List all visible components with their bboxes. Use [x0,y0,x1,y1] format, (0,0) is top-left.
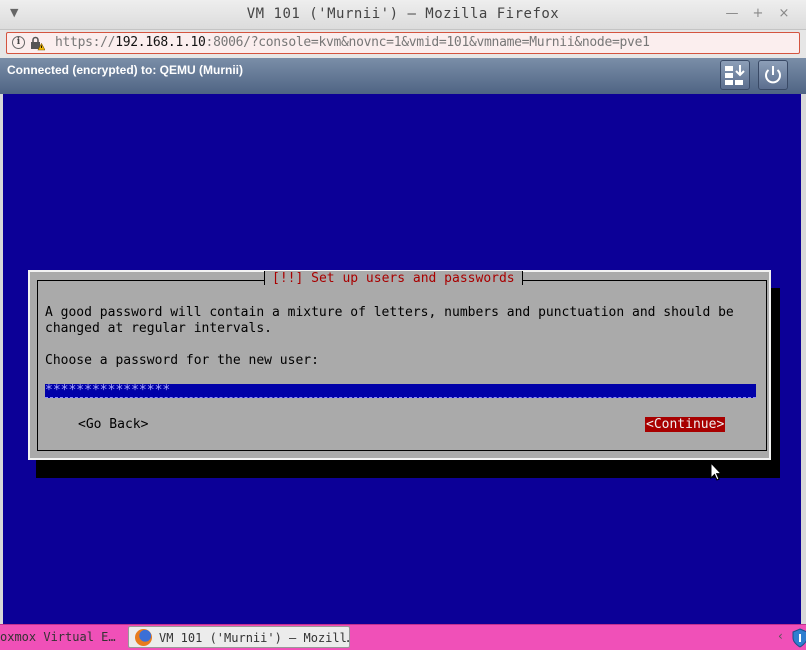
keyboard-keys-button[interactable] [720,60,750,90]
shield-icon[interactable] [792,628,806,648]
installer-dialog: [!!] Set up users and passwords A good p… [28,270,771,460]
continue-button[interactable]: <Continue> [645,417,726,432]
firefox-icon [135,629,152,646]
close-button[interactable]: × [776,6,792,21]
password-input[interactable]: **************** [45,384,756,398]
url-rest: :8006/?console=kvm&novnc=1&vmid=101&vmna… [205,35,650,50]
description-line-1: A good password will contain a mixture o… [45,305,734,320]
power-icon [765,66,781,84]
go-back-button[interactable]: <Go Back> [78,417,148,432]
connection-status: Connected (encrypted) to: QEMU (Murnii) [7,63,243,77]
keys-icon [725,65,745,85]
power-button[interactable] [758,60,788,90]
maximize-button[interactable]: + [750,6,766,21]
url-text: https://192.168.1.10:8006/?console=kvm&n… [55,35,650,50]
mouse-cursor-icon [710,462,722,481]
url-host: 192.168.1.10 [115,35,206,50]
description-line-2: changed at regular intervals. [45,321,272,336]
dialog-title: [!!] Set up users and passwords [264,271,523,286]
tray-expand-icon[interactable]: ‹ [778,629,783,643]
password-prompt: Choose a password for the new user: [45,353,319,368]
lock-warning-icon[interactable] [29,35,45,51]
taskbar-item-label: VM 101 ('Murnii') — Mozill… [159,631,350,645]
window-title: VM 101 ('Murnii') — Mozilla Firefox [246,6,560,22]
info-icon[interactable]: i [12,36,25,49]
navigation-toolbar: i https://192.168.1.10:8006/?console=kvm… [0,30,806,58]
taskbar: oxmox Virtual E… VM 101 ('Murnii') — Moz… [0,624,806,650]
taskbar-item-proxmox[interactable]: oxmox Virtual E… [0,626,124,648]
taskbar-item-firefox[interactable]: VM 101 ('Murnii') — Mozill… [128,626,350,648]
novnc-status-bar: Connected (encrypted) to: QEMU (Murnii) [0,58,806,94]
url-prefix: https:// [55,35,116,50]
window-titlebar: ▼ VM 101 ('Murnii') — Mozilla Firefox — … [0,0,806,30]
url-bar[interactable]: i https://192.168.1.10:8006/?console=kvm… [6,32,800,54]
minimize-button[interactable]: — [724,6,740,21]
